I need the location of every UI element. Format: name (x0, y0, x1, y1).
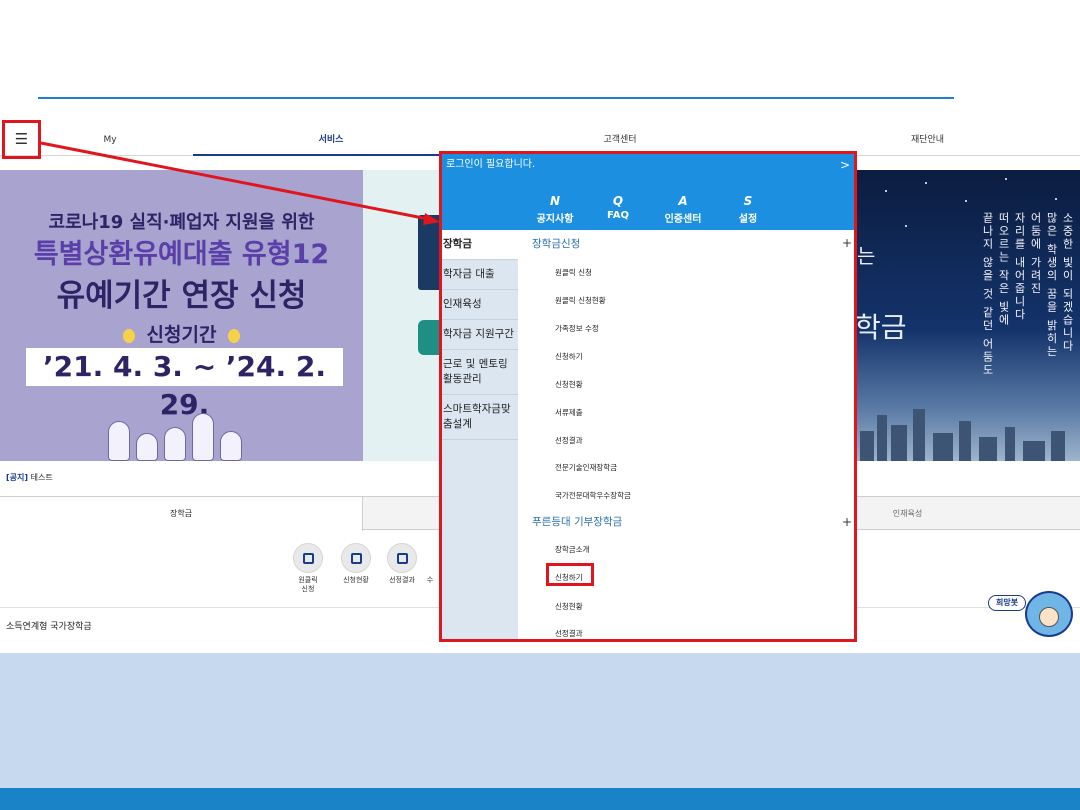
section-title-apply[interactable]: 장학금신청 (532, 236, 580, 251)
slide-menu-panel: 로그인이 필요합니다. > N 공지사항 Q FAQ A 인증센터 S 설정 장… (439, 151, 857, 642)
menu-item-donation-result[interactable]: 선정결과 (555, 628, 583, 639)
poem-line: 많은 학생의 꿈을 밝히는 (1045, 212, 1058, 359)
menu-item-apply[interactable]: 신청하기 (555, 351, 583, 362)
lightbulb-icon (228, 328, 241, 343)
expand-plus-icon[interactable]: + (842, 515, 852, 529)
banner-period: 신청기간 (0, 320, 363, 347)
quick-label: 공지사항 (536, 214, 574, 225)
banner-line3: 유예기간 연장 신청 (56, 278, 307, 314)
menu-subitems: 장학금신청 + 원클릭 신청 원클릭 신청현황 가족정보 수정 신청하기 신청현… (518, 230, 854, 639)
banner-text-small: 는 (857, 244, 876, 268)
menu-category-scholarship[interactable]: 장학금 (442, 230, 518, 260)
login-text: 로그인이 필요합니다. (446, 159, 536, 170)
quick-label: 설정 (738, 214, 758, 225)
banner-dates: ’21. 4. 3. ~ ’24. 2. 29. (26, 348, 343, 421)
notice-icon: N (549, 194, 561, 208)
cursor-click-icon (293, 543, 323, 573)
period-label: 신청기간 (146, 324, 217, 346)
footer-bar (0, 788, 1080, 810)
quick-label: FAQ (607, 210, 629, 221)
menu-item-tech-talent[interactable]: 전문기술인재장학금 (555, 462, 617, 473)
banner-text-big: 학금 (855, 311, 907, 344)
service-label: 수 (426, 576, 434, 584)
menu-category-loan[interactable]: 학자금 대출 (442, 260, 518, 290)
poem-line: 끝나지 않을 것 같던 어둠도 (981, 212, 994, 377)
hamburger-menu-icon[interactable]: ☰ (2, 120, 41, 159)
quick-faq[interactable]: Q FAQ (588, 194, 648, 221)
menu-item-one-click-apply[interactable]: 원클릭 신청 (555, 267, 592, 278)
service-more[interactable]: 수 (420, 543, 440, 585)
notice-text: 테스트 (30, 473, 53, 482)
tab-scholarship[interactable]: 장학금 (0, 496, 363, 531)
service-status[interactable]: 신청현황 (336, 543, 376, 585)
banner-line2: 특별상환유예대출 유형12 (33, 239, 330, 270)
menu-item-one-click-status[interactable]: 원클릭 신청현황 (555, 295, 606, 306)
service-result[interactable]: 선정결과 (382, 543, 422, 585)
notice-tag: [공지] (6, 473, 29, 482)
highlight-box (546, 563, 594, 586)
service-label: 선정결과 (389, 576, 415, 584)
nav-item-my[interactable]: My (45, 125, 175, 156)
menu-item-result[interactable]: 선정결과 (555, 435, 583, 446)
footer-area (0, 653, 1080, 788)
poem-line: 어둠에 가려진 (1029, 212, 1042, 296)
service-label: 신청현황 (343, 576, 369, 584)
chatbot-badge[interactable]: 희망봇 (988, 595, 1027, 611)
expand-plus-icon[interactable]: + (842, 236, 852, 250)
menu-item-family-info[interactable]: 가족정보 수정 (555, 323, 599, 334)
quick-auth-center[interactable]: A 인증센터 (653, 194, 713, 225)
chatbot-avatar-icon[interactable] (1025, 591, 1073, 637)
family-illustration (90, 395, 270, 461)
banner-poem: 소중한 빛이 되겠습니다 많은 학생의 꿈을 밝히는 어둠에 가려진 자리를 내… (980, 212, 1074, 377)
quick-notice[interactable]: N 공지사항 (525, 194, 585, 225)
city-skyline (855, 391, 1080, 461)
menu-category-smart-design[interactable]: 스마트학자금맞춤설계 (442, 395, 518, 440)
promo-banner-covid-loan[interactable]: 코로나19 실직·폐업자 지원을 위한 특별상환유예대출 유형12 유예기간 연… (0, 170, 363, 461)
menu-item-donation-status[interactable]: 신청현황 (555, 601, 583, 612)
service-one-click[interactable]: 원클릭 신청 (288, 543, 328, 594)
login-prompt[interactable]: 로그인이 필요합니다. > (442, 154, 854, 176)
presentation-icon (341, 543, 371, 573)
chevron-right-icon[interactable]: > (840, 154, 850, 176)
promo-banner-middle[interactable] (363, 170, 443, 461)
section-title-donation[interactable]: 푸른등대 기부장학금 (532, 514, 622, 529)
lightbulb-icon (122, 328, 135, 343)
service-label: 원클릭 신청 (298, 576, 318, 593)
settings-icon: S (743, 194, 753, 208)
poem-line: 소중한 빛이 되겠습니다 (1061, 212, 1074, 353)
nav-item-service[interactable]: 서비스 (193, 125, 469, 156)
menu-category-support-tier[interactable]: 학자금 지원구간 (442, 320, 518, 350)
menu-category-list: 장학금 학자금 대출 인재육성 학자금 지원구간 근로 및 멘토링 활동관리 스… (442, 230, 518, 639)
faq-icon: Q (612, 194, 624, 208)
quick-label: 인증센터 (664, 214, 702, 225)
menu-item-national-college[interactable]: 국가전문대학우수장학금 (555, 490, 631, 501)
income-scholarship-title[interactable]: 소득연계형 국가장학금 (6, 619, 92, 632)
promo-banner-scholarship[interactable]: 는 학금 소중한 빛이 되겠습니다 많은 학생의 꿈을 밝히는 어둠에 가려진 … (855, 170, 1080, 461)
banner-line1: 코로나19 실직·폐업자 지원을 위한 (48, 212, 315, 233)
menu-item-intro[interactable]: 장학금소개 (555, 544, 590, 555)
header-divider (38, 97, 954, 99)
menu-category-work-mentoring[interactable]: 근로 및 멘토링 활동관리 (442, 350, 518, 395)
menu-category-talent[interactable]: 인재육성 (442, 290, 518, 320)
tab-talent[interactable]: 인재육성 (855, 497, 960, 531)
menu-item-submit-docs[interactable]: 서류제출 (555, 407, 583, 418)
quick-links: N 공지사항 Q FAQ A 인증센터 S 설정 (442, 176, 854, 230)
search-doc-icon (387, 543, 417, 573)
poem-line: 자리를 내어줍니다 (1013, 212, 1026, 322)
screen: ☰ My 서비스 고객센터 재단안내 코로나19 실직·폐업자 지원을 위한 특… (0, 0, 1080, 810)
auth-icon: A (678, 194, 688, 208)
quick-settings[interactable]: S 설정 (718, 194, 778, 225)
menu-item-status[interactable]: 신청현황 (555, 379, 583, 390)
notice-line[interactable]: [공지] 테스트 (6, 472, 53, 483)
poem-line: 떠오르는 작은 빛에 (997, 212, 1010, 327)
